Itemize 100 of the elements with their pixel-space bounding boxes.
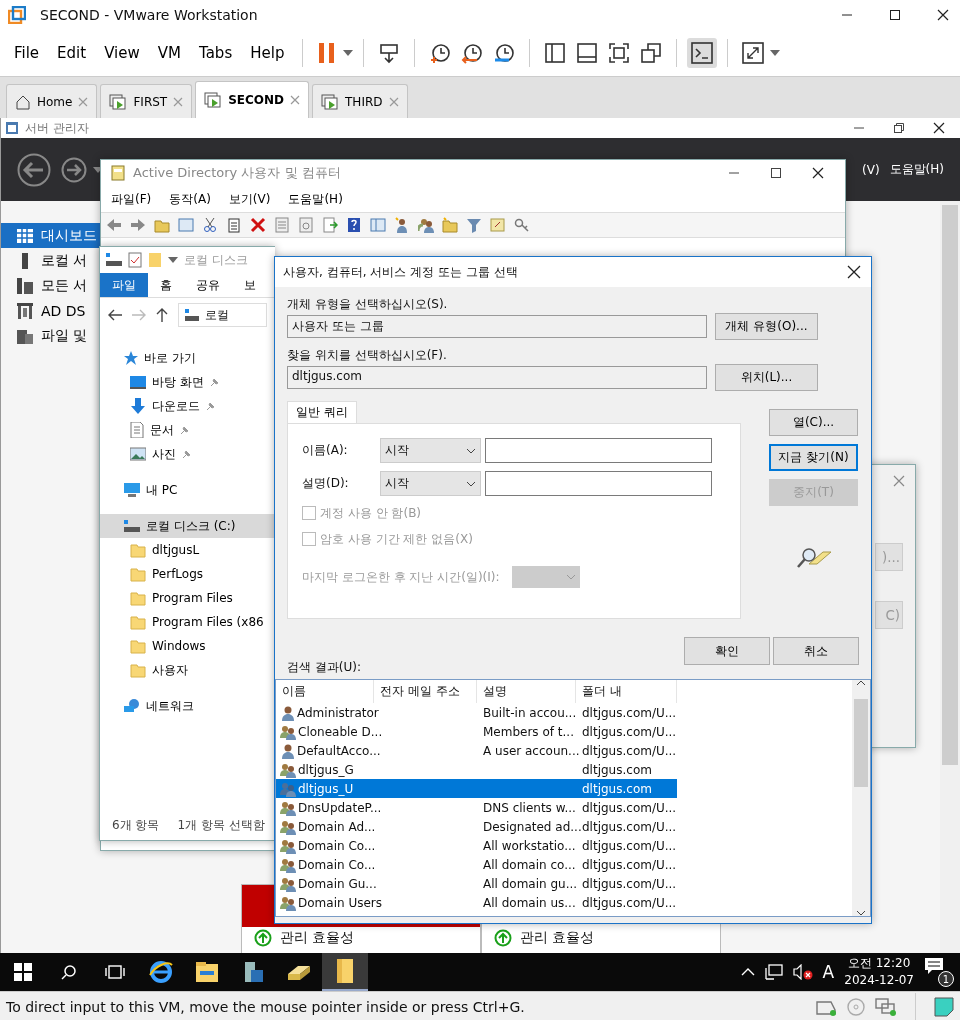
menu-item[interactable]: Tabs bbox=[191, 40, 241, 66]
tree-item[interactable]: Program Files (x86 bbox=[100, 610, 274, 634]
notification-button[interactable]: 1 bbox=[924, 957, 954, 987]
tree-item[interactable]: 사진 bbox=[100, 442, 274, 466]
group-button[interactable] bbox=[417, 216, 435, 234]
tree-item[interactable]: Windows bbox=[100, 634, 274, 658]
help-button[interactable] bbox=[345, 216, 363, 234]
dialog-button[interactable]: 지금 찾기(N) bbox=[769, 444, 858, 471]
tree-item[interactable]: dltjgusL bbox=[100, 538, 274, 562]
tree-item[interactable]: 네트워크 bbox=[100, 694, 274, 718]
speaker-muted-icon[interactable] bbox=[792, 964, 813, 980]
vm-tab[interactable]: THIRD bbox=[312, 84, 408, 118]
nav-item[interactable]: 파일 및 bbox=[1, 323, 100, 348]
menu-item[interactable]: (V) bbox=[858, 162, 884, 177]
chevron-down-icon bbox=[856, 910, 866, 916]
result-row[interactable]: Administrator Built-in accou... dltjgus.com/U... bbox=[276, 703, 677, 722]
clipboard-button[interactable] bbox=[225, 216, 243, 234]
dialog-button[interactable]: 열(C)... bbox=[769, 409, 858, 436]
input-method-indicator[interactable]: A bbox=[822, 962, 835, 982]
ribbon-tab[interactable]: 파일 bbox=[100, 273, 148, 297]
tree-item[interactable]: 바탕 화면 bbox=[100, 370, 274, 394]
column-header[interactable]: 이름 bbox=[276, 680, 374, 703]
result-row[interactable]: Cloneable D... Members of t... dltjgus.com/U... bbox=[276, 722, 677, 741]
operator-dropdown[interactable]: 시작 bbox=[380, 438, 481, 463]
chevron-up-icon[interactable] bbox=[740, 968, 755, 976]
column-header[interactable]: 폴더 내 bbox=[576, 680, 677, 703]
vm-tab[interactable]: SECOND bbox=[195, 81, 310, 118]
nav-item[interactable]: 로컬 서 bbox=[1, 248, 100, 273]
address-bar[interactable]: 로컬 bbox=[178, 303, 267, 327]
back-arrow-button[interactable] bbox=[105, 216, 123, 234]
delete-button[interactable] bbox=[249, 216, 267, 234]
scrollbar[interactable] bbox=[940, 201, 960, 953]
up-arrow-icon[interactable] bbox=[156, 308, 168, 322]
tree-item[interactable]: PerfLogs bbox=[100, 562, 274, 586]
input-field[interactable] bbox=[485, 438, 712, 463]
back-arrow-icon[interactable] bbox=[108, 309, 122, 321]
result-row[interactable]: Domain Gu... All domain gu... dltjgus.com/U... bbox=[276, 874, 677, 893]
console-view-button[interactable] bbox=[687, 38, 718, 68]
tree-item[interactable]: 내 PC bbox=[100, 478, 274, 502]
result-row[interactable]: Domain Users All domain us... dltjgus.com/U... bbox=[276, 893, 677, 912]
menu-item[interactable]: 파일(F) bbox=[105, 188, 158, 210]
result-row[interactable]: Domain Co... All domain co... dltjgus.com/U... bbox=[276, 855, 677, 874]
menu-item[interactable]: 도움말(H) bbox=[885, 161, 948, 178]
taskbar-app[interactable] bbox=[322, 953, 368, 991]
result-row[interactable]: Domain Ad... Designated ad...dltjgus.com/U... bbox=[276, 817, 677, 836]
result-row[interactable]: dltjgus_G dltjgus.com bbox=[276, 760, 677, 779]
vm-tab[interactable]: Home bbox=[6, 84, 98, 118]
vm-tab[interactable]: FIRST bbox=[100, 84, 193, 118]
close-icon bbox=[933, 122, 945, 134]
cancel-button[interactable]: 취소 bbox=[773, 637, 859, 665]
query-tab[interactable]: 일반 쿼리 bbox=[287, 401, 357, 423]
tree-item[interactable]: 바로 가기 bbox=[100, 346, 274, 370]
result-row[interactable]: dltjgus_U dltjgus.com bbox=[276, 779, 677, 798]
ribbon-tab[interactable]: 홈 bbox=[148, 273, 184, 297]
input-field[interactable] bbox=[485, 471, 712, 496]
server-manager-icon bbox=[5, 121, 19, 135]
forward-arrow-button[interactable] bbox=[129, 216, 147, 234]
column-header[interactable]: 설명 bbox=[477, 680, 576, 703]
user-icon bbox=[280, 704, 296, 721]
result-row[interactable]: DnsUpdateP... DNS clients w... dltjgus.com/U... bbox=[276, 798, 677, 817]
tree-item[interactable]: 다운로드 bbox=[100, 394, 274, 418]
status-message: To direct input to this VM, move the mouse pointer inside or press Ctrl+G. bbox=[6, 998, 525, 1015]
menu-item[interactable]: VM bbox=[149, 40, 189, 66]
menu-item[interactable]: 동작(A) bbox=[163, 188, 217, 210]
location-field[interactable]: dltjgus.com bbox=[287, 366, 707, 389]
clock[interactable]: 오전 12:20 2024-12-07 bbox=[844, 955, 914, 989]
menu-item[interactable]: File bbox=[6, 40, 48, 66]
key-button[interactable] bbox=[513, 216, 531, 234]
column-header[interactable]: 전자 메일 주소 bbox=[374, 680, 477, 703]
menu-item[interactable]: 보기(V) bbox=[222, 188, 277, 210]
nav-item[interactable]: AD DS bbox=[1, 298, 100, 323]
menu-item[interactable]: Help bbox=[242, 40, 293, 66]
filter-button[interactable] bbox=[465, 216, 483, 234]
close-icon[interactable] bbox=[290, 95, 301, 105]
menu-item[interactable]: View bbox=[96, 40, 148, 66]
locations-button[interactable]: 위치(L)... bbox=[715, 364, 818, 391]
tree-item[interactable]: 로컬 디스크 (C:) bbox=[100, 514, 274, 538]
table-cell: Members of t... bbox=[483, 724, 574, 739]
nav-item[interactable]: 대시보드 bbox=[1, 223, 100, 248]
scrollbar[interactable] bbox=[852, 680, 870, 916]
unity-icon bbox=[640, 42, 663, 64]
ribbon-tab[interactable]: 공유 bbox=[184, 273, 232, 297]
operator-dropdown[interactable]: 시작 bbox=[380, 471, 481, 496]
tree-item[interactable]: Program Files bbox=[100, 586, 274, 610]
object-type-field[interactable]: 사용자 또는 그룹 bbox=[287, 315, 707, 338]
menu-item[interactable]: Edit bbox=[49, 40, 95, 66]
scissors-button[interactable] bbox=[201, 216, 219, 234]
export-button[interactable] bbox=[321, 216, 339, 234]
tree-item[interactable]: 문서 bbox=[100, 418, 274, 442]
result-row[interactable]: Domain Co... All workstatio... dltjgus.com/U... bbox=[276, 836, 677, 855]
tree-item[interactable]: 사용자 bbox=[100, 658, 274, 682]
maximize-icon bbox=[771, 168, 781, 178]
panel-button[interactable] bbox=[369, 216, 387, 234]
object-types-button[interactable]: 개체 유형(O)... bbox=[715, 313, 818, 340]
result-row[interactable]: DefaultAcco... A user accoun... dltjgus.com/U... bbox=[276, 741, 677, 760]
task-view-icon bbox=[105, 964, 125, 980]
menu-item[interactable]: 도움말(H) bbox=[282, 188, 349, 210]
ok-button[interactable]: 확인 bbox=[684, 637, 770, 665]
ribbon-tab[interactable]: 보 bbox=[232, 273, 268, 297]
nav-item[interactable]: 모든 서 bbox=[1, 273, 100, 298]
